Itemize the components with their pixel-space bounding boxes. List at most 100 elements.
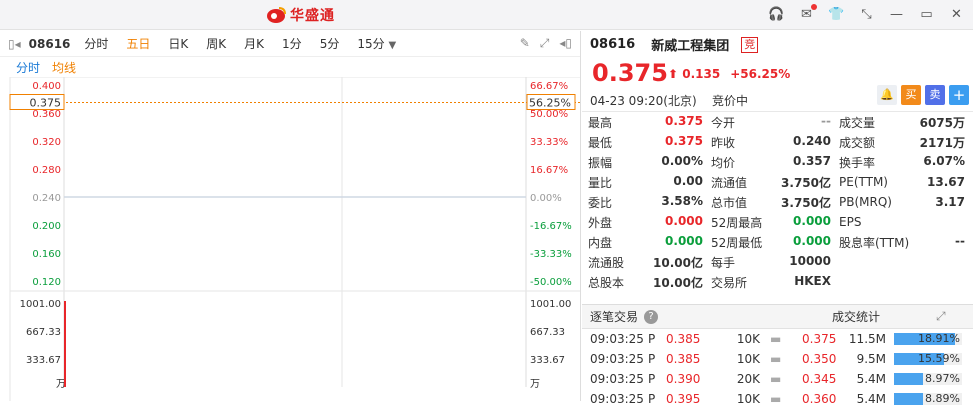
tab-1min[interactable]: 1分 bbox=[282, 35, 302, 52]
chevron-down-icon: ▼ bbox=[388, 40, 397, 51]
stat-value: 0.357 bbox=[793, 153, 831, 168]
dist-pct: 8.97% bbox=[925, 372, 960, 385]
stat-value: 0.000 bbox=[665, 233, 703, 248]
stat-cell: 换手率 6.07% bbox=[835, 154, 969, 171]
quote-name: 新威工程集团 bbox=[651, 39, 730, 54]
tab-15min[interactable]: 15分 ▼ bbox=[357, 35, 396, 52]
stat-cell: 每手 10000 bbox=[707, 254, 835, 271]
stat-label: 今开 bbox=[711, 115, 736, 130]
stat-label: 内盘 bbox=[588, 235, 613, 250]
pct-axis-label: 33.33% bbox=[530, 137, 568, 148]
tab-trade-stats[interactable]: 成交统计 bbox=[776, 308, 936, 325]
expand-right-icon[interactable]: ◂▯ bbox=[559, 36, 572, 51]
arrow-up-icon: ⬆ bbox=[668, 67, 679, 81]
current-pct-label: 56.25% bbox=[529, 97, 571, 110]
add-watchlist-button[interactable]: + bbox=[949, 85, 969, 105]
stat-value: 0.375 bbox=[665, 133, 703, 148]
tick-volume: 20K bbox=[736, 372, 760, 386]
volume-axis-label-right: 667.33 bbox=[530, 327, 565, 338]
tab-weekly-k[interactable]: 周K bbox=[206, 35, 226, 52]
stat-label: 成交量 bbox=[839, 115, 876, 130]
stat-cell: 总股本 10.00亿 bbox=[582, 274, 707, 291]
chart-toolbar: ▯◂ 08616 分时 五日 日K 周K 月K 1分 5分 15分 ▼ ✎ ⤢ … bbox=[0, 31, 580, 57]
pct-axis-label: 50.00% bbox=[530, 109, 568, 120]
stat-label: 成交额 bbox=[839, 135, 876, 150]
stat-label: PE(TTM) bbox=[839, 175, 888, 189]
price-axis-label: 0.240 bbox=[32, 193, 61, 204]
pct-axis-label: -33.33% bbox=[530, 249, 572, 260]
tab-intraday[interactable]: 分时 bbox=[84, 35, 108, 52]
dist-pct: 15.59% bbox=[918, 352, 960, 365]
stat-label: PB(MRQ) bbox=[839, 195, 892, 209]
collapse-icon[interactable]: ⤡ bbox=[858, 6, 875, 23]
subtab-intraday[interactable]: 分时 bbox=[16, 59, 40, 76]
stat-value: 3.17 bbox=[935, 195, 965, 209]
close-icon[interactable]: ✕ bbox=[948, 6, 965, 23]
last-price: 0.375 bbox=[592, 59, 668, 87]
price-change: ⬆ 0.135 +56.25% bbox=[668, 67, 791, 81]
volume-axis-label-right: 1001.00 bbox=[530, 299, 571, 310]
fullscreen-icon[interactable]: ⤢ bbox=[540, 36, 550, 51]
dist-volume: 11.5M bbox=[848, 332, 886, 346]
flat-icon: ▬ bbox=[770, 372, 782, 386]
tab-5min[interactable]: 5分 bbox=[320, 35, 340, 52]
price-chart[interactable]: 0.400 66.67% 0.360 50.00% 0.320 33.33% 0.280 16… bbox=[0, 77, 580, 401]
tick-price: 0.385 bbox=[666, 352, 701, 366]
dist-price: 0.350 bbox=[802, 352, 837, 366]
expand-left-icon[interactable]: ▯◂ bbox=[8, 37, 21, 51]
sell-button[interactable]: 卖 bbox=[925, 85, 945, 105]
shirt-icon[interactable]: 👕 bbox=[828, 6, 845, 23]
tab-tick-trades[interactable]: 逐笔交易 ? bbox=[582, 308, 776, 325]
tab-monthly-k[interactable]: 月K bbox=[244, 35, 264, 52]
minimize-icon[interactable]: — bbox=[888, 6, 905, 23]
app-logo: 华盛通 bbox=[266, 5, 335, 25]
stat-cell: 成交额 2171万 bbox=[835, 134, 969, 151]
volume-axis-label: 1001.00 bbox=[20, 299, 61, 310]
tab-five-day[interactable]: 五日 bbox=[126, 35, 150, 52]
subtab-avg-line[interactable]: 均线 bbox=[52, 59, 76, 76]
stat-value: -- bbox=[821, 113, 831, 128]
pct-axis-label: -50.00% bbox=[530, 277, 572, 288]
tick-flag: P bbox=[648, 332, 656, 346]
stat-cell: 52周最低 0.000 bbox=[707, 234, 835, 251]
pct-axis-label: 66.67% bbox=[530, 81, 568, 92]
bell-icon[interactable]: 🔔 bbox=[877, 85, 897, 105]
buy-button[interactable]: 买 bbox=[901, 85, 921, 105]
stat-value: 10.00亿 bbox=[653, 275, 703, 290]
help-icon: ? bbox=[644, 309, 659, 324]
stat-value: 2171万 bbox=[919, 135, 965, 150]
mail-icon[interactable]: ✉ bbox=[798, 4, 817, 23]
pct-axis-label: 0.00% bbox=[530, 193, 562, 204]
price-axis-label: 0.200 bbox=[32, 221, 61, 232]
quote-pane: 08616 新威工程集团 竞 0.375 ⬆ 0.135 +56.25% 04-… bbox=[582, 31, 973, 406]
price-axis-label: 0.160 bbox=[32, 249, 61, 260]
stat-label: 委比 bbox=[588, 195, 613, 210]
stat-value: -- bbox=[955, 233, 965, 248]
pct-axis-label: 16.67% bbox=[530, 165, 568, 176]
trade-status: 竞价中 bbox=[712, 94, 749, 108]
trade-row: 09:03:25 P 0.385 10K ▬ 0.375 11.5M 18.91% bbox=[582, 329, 973, 349]
tick-price: 0.395 bbox=[666, 392, 701, 406]
headset-icon[interactable]: 🎧 bbox=[768, 6, 785, 23]
flat-icon: ▬ bbox=[770, 352, 782, 366]
expand-icon[interactable]: ⤢ bbox=[936, 309, 946, 324]
dist-bar: 15.59% bbox=[894, 352, 962, 365]
stat-label: 外盘 bbox=[588, 215, 613, 230]
stat-cell: EPS bbox=[835, 215, 969, 229]
stat-value: 10000 bbox=[789, 253, 831, 268]
trades-panel: 逐笔交易 ? 成交统计 ⤢ 09:03:25 P 0.385 10K ▬ 0.375 11.… bbox=[582, 304, 973, 409]
stat-value: 0.375 bbox=[665, 113, 703, 128]
tab-daily-k[interactable]: 日K bbox=[168, 35, 188, 52]
dist-bar: 8.97% bbox=[894, 372, 962, 385]
stat-value: 3.750亿 bbox=[781, 175, 831, 190]
stat-value: 0.00% bbox=[661, 153, 703, 168]
price-axis-label: 0.360 bbox=[32, 109, 61, 120]
stat-label: 交易所 bbox=[711, 275, 748, 290]
pen-icon[interactable]: ✎ bbox=[520, 36, 530, 51]
restore-icon[interactable]: ▭ bbox=[918, 6, 935, 23]
quote-time: 04-23 09:20(北京) bbox=[590, 94, 697, 108]
stat-cell: 成交量 6075万 bbox=[835, 114, 969, 131]
trade-row: 09:03:25 P 0.385 10K ▬ 0.350 9.5M 15.59% bbox=[582, 349, 973, 369]
stat-label: 振幅 bbox=[588, 155, 613, 170]
stat-value: 0.000 bbox=[793, 213, 831, 228]
